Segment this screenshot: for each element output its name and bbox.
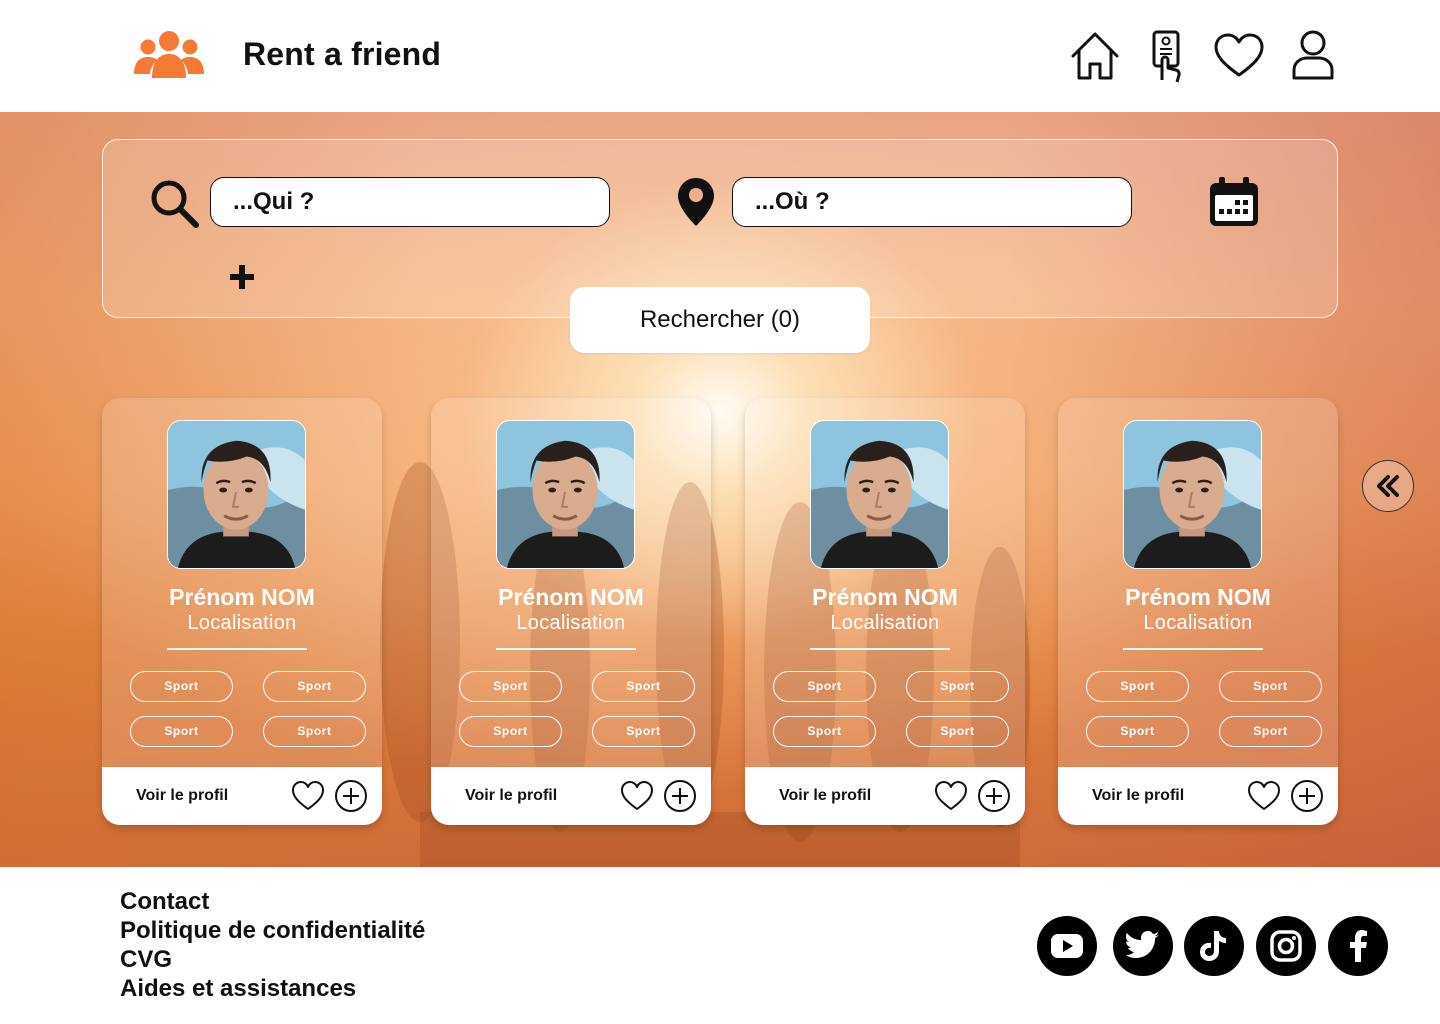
double-chevron-left-icon[interactable]	[1362, 460, 1414, 512]
interest-tag[interactable]: Sport	[130, 671, 233, 702]
plus-icon[interactable]	[229, 264, 255, 295]
view-profile-link[interactable]: Voir le profil	[465, 787, 557, 805]
avatar[interactable]	[1123, 420, 1262, 569]
id-card-hand-icon[interactable]	[1140, 28, 1194, 84]
home-icon[interactable]	[1068, 28, 1122, 84]
profile-name: Prénom NOM	[169, 584, 315, 610]
favorite-heart-icon[interactable]	[620, 779, 654, 813]
footer-link-contact[interactable]: Contact	[120, 887, 425, 916]
interest-tag[interactable]: Sport	[1219, 716, 1322, 747]
add-circle-icon[interactable]	[663, 779, 697, 813]
card-footer: Voir le profil	[102, 767, 382, 825]
profile-location: Localisation	[187, 612, 297, 634]
header: Rent a friend	[0, 0, 1440, 112]
interest-tag[interactable]: Sport	[1219, 671, 1322, 702]
interest-tag[interactable]: Sport	[459, 671, 562, 702]
interest-tag[interactable]: Sport	[592, 716, 695, 747]
view-profile-link[interactable]: Voir le profil	[136, 787, 228, 805]
profile-name: Prénom NOM	[1125, 584, 1271, 610]
avatar[interactable]	[496, 420, 635, 569]
tiktok-icon[interactable]	[1184, 916, 1244, 976]
footer-link-privacy[interactable]: Politique de confidentialité	[120, 916, 425, 945]
card-footer: Voir le profil	[745, 767, 1025, 825]
favorite-heart-icon[interactable]	[934, 779, 968, 813]
add-circle-icon[interactable]	[1290, 779, 1324, 813]
user-icon[interactable]	[1286, 28, 1340, 84]
profile-location: Localisation	[1143, 612, 1253, 634]
card-footer: Voir le profil	[1058, 767, 1338, 825]
facebook-icon[interactable]	[1328, 916, 1388, 976]
divider	[496, 648, 636, 650]
interest-tag[interactable]: Sport	[1086, 671, 1189, 702]
divider	[167, 648, 307, 650]
brand-name: Rent a friend	[243, 36, 442, 72]
who-search-input[interactable]	[210, 177, 610, 227]
add-circle-icon[interactable]	[334, 779, 368, 813]
profile-location: Localisation	[516, 612, 626, 634]
interest-tag[interactable]: Sport	[773, 671, 876, 702]
card-footer: Voir le profil	[431, 767, 711, 825]
footer-links: Contact Politique de confidentialité CVG…	[120, 887, 425, 1003]
interest-tag[interactable]: Sport	[459, 716, 562, 747]
view-profile-link[interactable]: Voir le profil	[779, 787, 871, 805]
location-pin-icon	[676, 176, 716, 233]
interest-tag[interactable]: Sport	[130, 716, 233, 747]
profile-location: Localisation	[830, 612, 940, 634]
profile-name: Prénom NOM	[812, 584, 958, 610]
interest-tag[interactable]: Sport	[1086, 716, 1189, 747]
interest-tag[interactable]: Sport	[906, 716, 1009, 747]
favorite-heart-icon[interactable]	[1247, 779, 1281, 813]
instagram-icon[interactable]	[1256, 916, 1316, 976]
profile-card[interactable]: Prénom NOM Localisation Sport Sport Spor…	[1058, 398, 1338, 825]
interest-tag[interactable]: Sport	[773, 716, 876, 747]
interest-tag[interactable]: Sport	[592, 671, 695, 702]
avatar[interactable]	[810, 420, 949, 569]
interest-tag[interactable]: Sport	[906, 671, 1009, 702]
add-circle-icon[interactable]	[977, 779, 1011, 813]
profile-card[interactable]: Prénom NOM Localisation Sport Sport Spor…	[745, 398, 1025, 825]
youtube-icon[interactable]	[1037, 916, 1097, 976]
search-icon[interactable]	[148, 177, 200, 234]
divider	[810, 648, 950, 650]
footer-link-cvg[interactable]: CVG	[120, 945, 425, 974]
profile-card[interactable]: Prénom NOM Localisation Sport Sport Spor…	[102, 398, 382, 825]
where-search-input[interactable]	[732, 177, 1132, 227]
divider	[1123, 648, 1263, 650]
profile-name: Prénom NOM	[498, 584, 644, 610]
profile-card[interactable]: Prénom NOM Localisation Sport Sport Spor…	[431, 398, 711, 825]
footer-link-help[interactable]: Aides et assistances	[120, 974, 425, 1003]
twitter-icon[interactable]	[1113, 916, 1173, 976]
calendar-icon[interactable]	[1208, 176, 1260, 233]
heart-icon[interactable]	[1212, 28, 1266, 84]
avatar[interactable]	[167, 420, 306, 569]
search-button[interactable]: Rechercher (0)	[570, 287, 870, 353]
footer: Contact Politique de confidentialité CVG…	[0, 867, 1440, 1024]
view-profile-link[interactable]: Voir le profil	[1092, 787, 1184, 805]
interest-tag[interactable]: Sport	[263, 671, 366, 702]
group-people-icon[interactable]	[132, 30, 206, 80]
interest-tag[interactable]: Sport	[263, 716, 366, 747]
favorite-heart-icon[interactable]	[291, 779, 325, 813]
